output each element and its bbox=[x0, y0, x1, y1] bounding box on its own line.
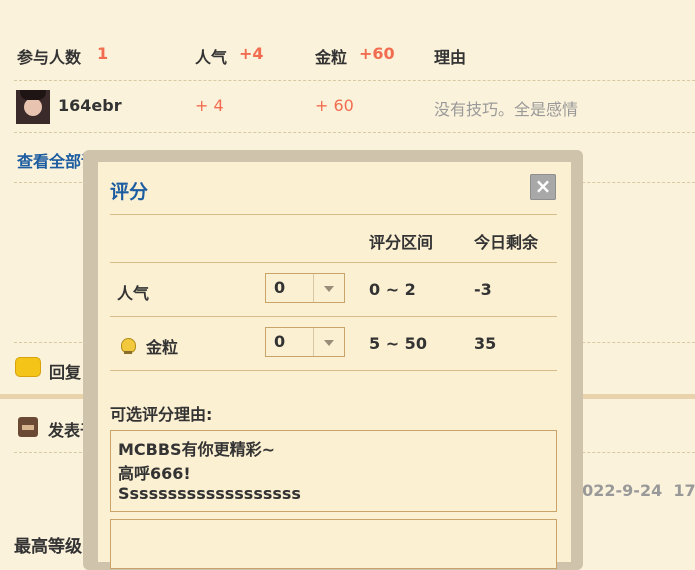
gold-row-label: 金粒 bbox=[146, 338, 179, 357]
gold-remaining: 35 bbox=[474, 334, 497, 353]
reason-textarea[interactable] bbox=[110, 519, 557, 569]
gold-total: +60 bbox=[359, 44, 395, 63]
modal-divider bbox=[110, 214, 557, 215]
gold-header: 金粒 bbox=[315, 48, 348, 67]
gold-select-value: 0 bbox=[274, 332, 286, 351]
participants-count: 1 bbox=[97, 44, 109, 63]
rating-modal: 评分 × 评分区间 今日剩余 人气 0 0 ~ 2 -3 金粒 0 5 ~ 50… bbox=[98, 162, 571, 569]
reply-icon[interactable] bbox=[15, 357, 41, 377]
popularity-header: 人气 bbox=[195, 48, 228, 67]
popularity-total: +4 bbox=[239, 44, 264, 63]
participants-label: 参与人数 bbox=[17, 48, 82, 67]
modal-divider bbox=[110, 370, 557, 371]
gold-nugget-icon-base bbox=[124, 351, 132, 354]
popularity-select-value: 0 bbox=[274, 278, 286, 297]
rater-gold: + 60 bbox=[315, 96, 354, 115]
reason-option[interactable]: 高呼666! bbox=[118, 460, 191, 484]
chevron-down-icon[interactable] bbox=[313, 274, 344, 302]
divider bbox=[14, 132, 695, 133]
modal-divider bbox=[110, 316, 557, 317]
divider bbox=[14, 80, 695, 81]
avatar[interactable] bbox=[16, 90, 50, 124]
reason-option[interactable]: Sssssssssssssssssss bbox=[118, 484, 301, 503]
popularity-range: 0 ~ 2 bbox=[369, 280, 416, 299]
gold-range: 5 ~ 50 bbox=[369, 334, 427, 353]
modal-divider bbox=[110, 262, 557, 263]
close-icon: × bbox=[534, 174, 552, 198]
rater-username[interactable]: 164ebr bbox=[58, 96, 122, 115]
popularity-select[interactable]: 0 bbox=[265, 273, 345, 303]
popularity-remaining: -3 bbox=[474, 280, 492, 299]
reason-option[interactable]: MCBBS有你更精彩~ bbox=[118, 436, 275, 460]
close-button[interactable]: × bbox=[530, 174, 556, 200]
reason-label: 可选评分理由: bbox=[110, 405, 213, 424]
post-timestamp: 2022-9-24 17:1 bbox=[571, 481, 695, 500]
rater-popularity: + 4 bbox=[195, 96, 224, 115]
reason-header: 理由 bbox=[434, 48, 467, 67]
col-range-header: 评分区间 bbox=[369, 233, 434, 252]
modal-title: 评分 bbox=[110, 181, 149, 203]
post-icon bbox=[18, 417, 38, 437]
reason-list[interactable]: MCBBS有你更精彩~ 高呼666! Sssssssssssssssssss bbox=[110, 430, 557, 512]
table-row: 164ebr + 4 + 60 没有技巧。全是感情 bbox=[0, 88, 695, 128]
reply-label[interactable]: 回复 bbox=[49, 359, 81, 383]
bottom-label: 最高等级 bbox=[14, 537, 82, 557]
chevron-down-icon[interactable] bbox=[313, 328, 344, 356]
popularity-row-label: 人气 bbox=[117, 284, 150, 303]
gold-select[interactable]: 0 bbox=[265, 327, 345, 357]
rater-reason: 没有技巧。全是感情 bbox=[434, 100, 579, 119]
col-remaining-header: 今日剩余 bbox=[474, 233, 539, 252]
